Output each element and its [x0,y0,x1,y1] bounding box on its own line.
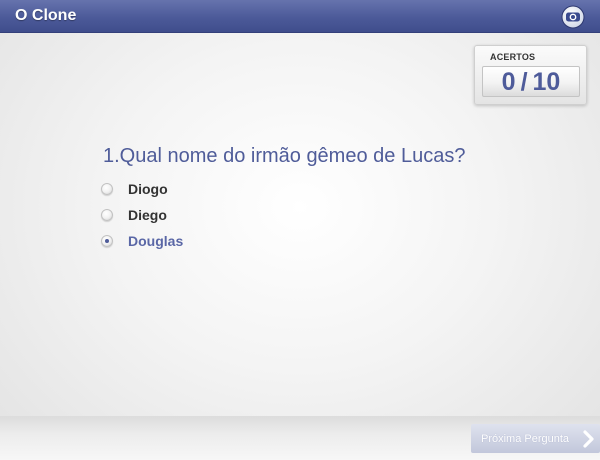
app-title: O Clone [15,7,77,24]
radio-button[interactable] [101,209,113,221]
next-question-label: Próxima Pergunta [481,432,570,445]
option-douglas[interactable]: Douglas [101,228,183,254]
globo-logo-icon [561,5,585,29]
score-box: ACERTOS 0/10 [474,45,587,105]
header-bar: O Clone [0,0,600,33]
score-label: ACERTOS [490,52,536,62]
answer-options: Diogo Diego Douglas [101,176,183,254]
option-label: Diogo [128,181,168,197]
option-label: Diego [128,207,167,223]
option-diego[interactable]: Diego [101,202,183,228]
option-label: Douglas [128,233,184,249]
question-text: 1.Qual nome do irmão gêmeo de Lucas? [103,145,466,167]
radio-button[interactable] [101,183,113,195]
score-display: 0/10 [482,66,580,97]
radio-button-selected[interactable] [101,235,113,247]
option-diogo[interactable]: Diogo [101,176,183,202]
score-total: 10 [532,68,561,96]
score-separator: / [520,68,528,96]
chevron-right-icon [583,430,594,448]
next-question-button[interactable]: Próxima Pergunta [471,424,600,453]
score-correct: 0 [501,68,516,96]
